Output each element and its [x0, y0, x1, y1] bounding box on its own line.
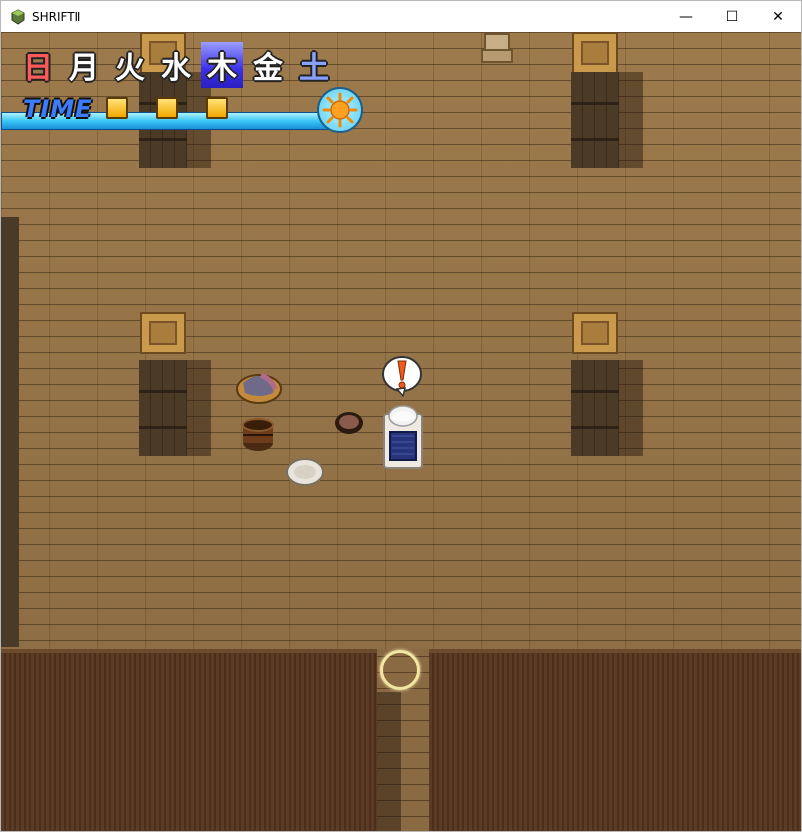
weekday-bar: 日 月 火 水 木 金 土 — [15, 42, 337, 88]
time-slot — [106, 97, 128, 119]
pillar-cap — [140, 312, 186, 354]
app-icon — [10, 8, 26, 25]
maximize-button[interactable]: ☐ — [709, 1, 755, 32]
pillar-cap — [572, 312, 618, 354]
close-button[interactable]: ✕ — [755, 1, 801, 32]
day-monday: 月 — [69, 51, 99, 86]
minimize-button[interactable]: — — [663, 1, 709, 32]
white-plate — [285, 457, 325, 491]
bottom-wall-right — [429, 649, 801, 831]
time-label: TIME — [23, 95, 93, 123]
minimize-icon: — — [679, 8, 693, 25]
day-friday: 金 — [253, 51, 283, 86]
pillar-shadow — [619, 360, 643, 456]
pillar — [139, 360, 187, 456]
pillar-shadow — [619, 72, 643, 168]
game-viewport[interactable]: 日 月 火 水 木 金 土 TIME — [1, 32, 801, 831]
wooden-bucket — [241, 417, 275, 457]
time-slot — [156, 97, 178, 119]
exclamation-balloon-icon — [381, 355, 423, 401]
hallway-shadow — [377, 692, 401, 831]
title-bar[interactable]: SHRIFTⅡ — ☐ ✕ — [1, 1, 801, 32]
pillar — [571, 360, 619, 456]
bottom-wall-left — [1, 649, 377, 831]
close-icon: ✕ — [772, 8, 784, 25]
day-thursday-active: 木 — [201, 42, 243, 88]
window-title: SHRIFTⅡ — [32, 9, 81, 24]
maximize-icon: ☐ — [725, 8, 739, 25]
wooden-chair — [481, 32, 513, 70]
pillar — [571, 72, 619, 168]
day-wednesday: 水 — [161, 51, 191, 86]
left-wall — [1, 217, 19, 647]
sun-icon — [317, 87, 363, 133]
day-saturday: 土 — [299, 51, 329, 86]
time-slot — [206, 97, 228, 119]
clay-pot — [333, 409, 365, 441]
laundry-basket — [235, 365, 283, 409]
pillar-cap — [572, 32, 618, 74]
pillar-shadow — [187, 360, 211, 456]
game-window: SHRIFTⅡ — ☐ ✕ 日 月 火 水 木 金 土 TIME — [0, 0, 802, 832]
player-character[interactable] — [382, 404, 424, 474]
exit-marker[interactable] — [380, 650, 420, 690]
day-tuesday: 火 — [115, 51, 145, 86]
day-sunday: 日 — [23, 51, 53, 86]
